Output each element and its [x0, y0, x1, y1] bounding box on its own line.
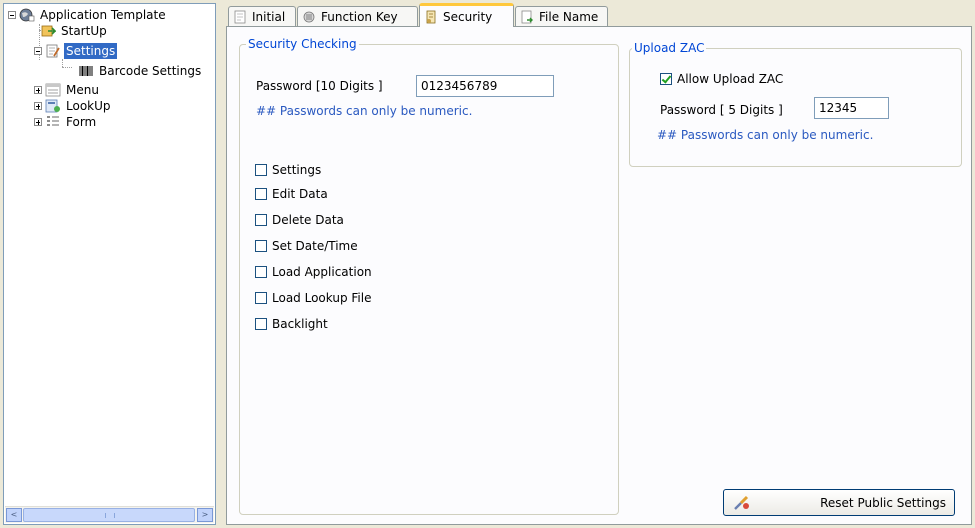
scroll-right-button[interactable]: >	[197, 508, 213, 522]
checkbox-label: Settings	[272, 163, 322, 177]
checkbox-settings[interactable]: Settings	[255, 163, 321, 177]
tab-label: Initial	[252, 9, 286, 24]
tree-node-form[interactable]: Form	[34, 114, 98, 130]
scroll-thumb[interactable]	[23, 508, 195, 522]
checkbox-delete-data[interactable]: Delete Data	[255, 213, 344, 227]
group-title: Upload ZAC	[634, 41, 705, 55]
settings-icon	[46, 44, 60, 58]
checkbox-label: Allow Upload ZAC	[677, 72, 784, 86]
checkbox-edit-data[interactable]: Edit Data	[255, 187, 328, 201]
tree-node-application-template[interactable]: Application Template	[8, 7, 168, 23]
expand-icon[interactable]	[34, 118, 42, 126]
barcode-icon	[79, 65, 93, 77]
tree-node-label: Barcode Settings	[99, 64, 202, 78]
checkbox-allow-upload-zac[interactable]: Allow Upload ZAC	[660, 72, 783, 86]
checkbox-label: Edit Data	[272, 187, 328, 201]
lookup-icon	[45, 99, 60, 113]
tree-node-label: Application Template	[40, 8, 166, 22]
keyboard-icon	[303, 11, 315, 22]
checkbox-box[interactable]	[255, 266, 267, 278]
tab-file-name[interactable]: File Name	[515, 6, 608, 26]
horizontal-scrollbar[interactable]: < >	[5, 506, 214, 523]
tab-initial[interactable]: Initial	[228, 6, 296, 26]
tree-node-label: Settings	[64, 43, 118, 59]
collapse-icon[interactable]	[8, 11, 16, 19]
checkbox-label: Delete Data	[272, 213, 344, 227]
checkbox-box[interactable]	[255, 188, 267, 200]
chevron-left-icon: <	[10, 510, 18, 519]
tab-function-key[interactable]: Function Key	[297, 6, 418, 26]
checkbox-box[interactable]	[255, 318, 267, 330]
startup-icon	[41, 25, 56, 37]
expand-icon[interactable]	[34, 86, 42, 94]
reset-public-settings-button[interactable]: Reset Public Settings	[723, 489, 955, 516]
checkbox-label: Set Date/Time	[272, 239, 358, 253]
tab-label: Security	[443, 9, 493, 24]
checkbox-box[interactable]	[660, 73, 672, 85]
globe-icon	[19, 8, 35, 22]
tree-node-label: StartUp	[61, 24, 107, 38]
collapse-icon[interactable]	[34, 47, 42, 55]
tree-connector	[62, 67, 72, 68]
form-icon	[47, 116, 59, 126]
tree-node-menu[interactable]: Menu	[34, 82, 101, 98]
password-hint: ## Passwords can only be numeric.	[256, 104, 473, 118]
button-label: Reset Public Settings	[820, 495, 946, 510]
expand-icon[interactable]	[34, 102, 42, 110]
zac-password-field[interactable]	[814, 97, 889, 119]
chevron-right-icon: >	[201, 510, 209, 519]
tab-security[interactable]: Security	[419, 3, 514, 27]
tree-panel[interactable]: Application Template StartUp Settings Ba…	[3, 3, 216, 525]
checkbox-backlight[interactable]: Backlight	[255, 317, 328, 331]
password-label: Password [10 Digits ]	[256, 79, 383, 93]
checkbox-label: Backlight	[272, 317, 328, 331]
security-icon	[426, 10, 436, 23]
zac-password-hint: ## Passwords can only be numeric.	[657, 128, 874, 142]
scroll-left-button[interactable]: <	[6, 508, 22, 522]
tree-node-label: Form	[66, 115, 97, 129]
file-icon	[521, 10, 533, 23]
tree-connector	[62, 59, 63, 67]
checkbox-box[interactable]	[255, 292, 267, 304]
tree-node-barcode-settings[interactable]: Barcode Settings	[78, 63, 203, 79]
checkbox-set-date-time[interactable]: Set Date/Time	[255, 239, 358, 253]
checkbox-load-lookup-file[interactable]: Load Lookup File	[255, 291, 371, 305]
tree-node-settings[interactable]: Settings	[34, 43, 118, 59]
tree-node-startup[interactable]: StartUp	[40, 23, 109, 39]
tree-node-lookup[interactable]: LookUp	[34, 98, 113, 114]
group-title: Security Checking	[248, 37, 357, 51]
checkbox-label: Load Application	[272, 265, 372, 279]
password-field[interactable]	[416, 75, 554, 97]
checkbox-box[interactable]	[255, 214, 267, 226]
tab-label: Function Key	[321, 9, 398, 24]
checkbox-box[interactable]	[255, 240, 267, 252]
tree-node-label: Menu	[66, 83, 99, 97]
checkbox-load-application[interactable]: Load Application	[255, 265, 372, 279]
checkbox-label: Load Lookup File	[272, 291, 372, 305]
tab-label: File Name	[539, 9, 599, 24]
reset-icon	[734, 495, 749, 510]
document-icon	[234, 10, 246, 23]
checkbox-box[interactable]	[255, 164, 267, 176]
zac-password-label: Password [ 5 Digits ]	[660, 103, 783, 117]
tree-node-label: LookUp	[66, 99, 111, 113]
menu-icon	[45, 83, 61, 97]
